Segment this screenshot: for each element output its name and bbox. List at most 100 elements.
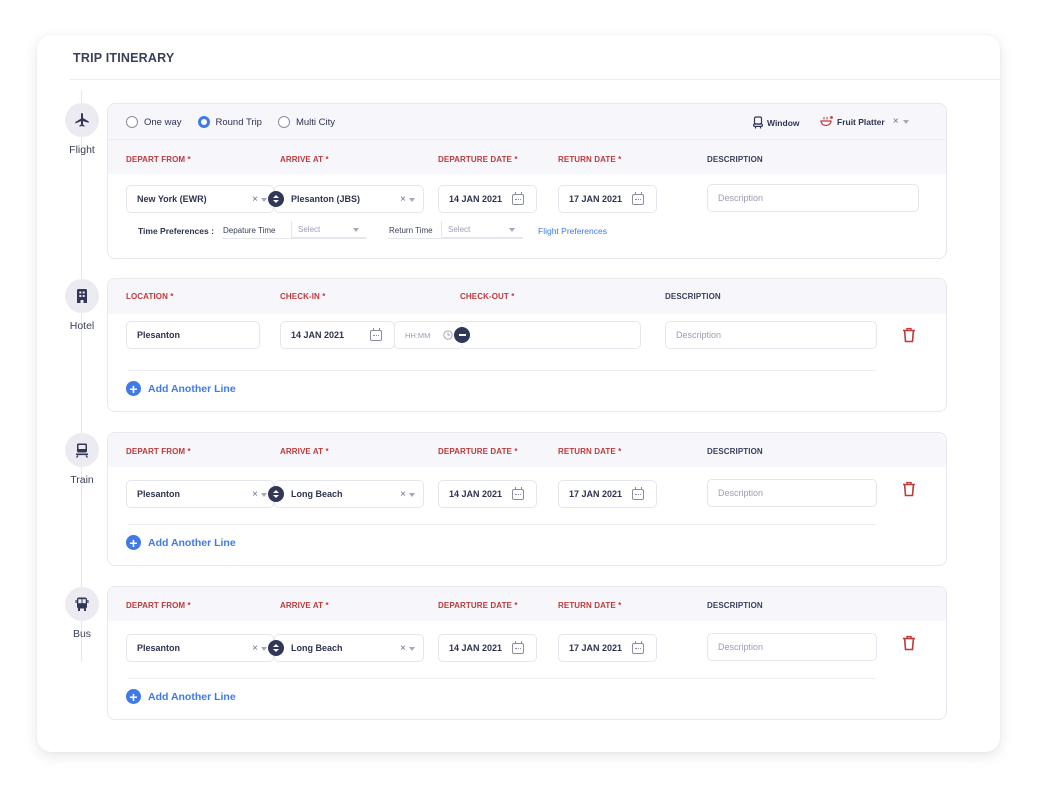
swap-icon — [273, 644, 279, 652]
return-date-input[interactable]: 17 JAN 2021 — [558, 185, 657, 213]
chevron-down-icon[interactable] — [409, 492, 415, 497]
trip-itinerary-card: TRIP ITINERARY Flight One way Round Trip — [37, 35, 1000, 752]
add-line-label: Add Another Line — [148, 690, 236, 703]
train-icon — [65, 433, 99, 467]
clear-icon[interactable]: × — [252, 643, 258, 654]
radio-label: One way — [144, 116, 182, 128]
label-description: DESCRIPTION — [707, 155, 763, 164]
calendar-icon[interactable] — [632, 192, 644, 205]
location-input[interactable]: Plesanton — [126, 321, 260, 349]
add-another-line-button[interactable]: + Add Another Line — [126, 381, 236, 396]
label-check-in: CHECK-IN * — [280, 292, 326, 301]
depart-from-select[interactable]: Plesanton × — [126, 480, 274, 508]
line-divider — [128, 678, 876, 679]
label-arrive-at: ARRIVE AT * — [280, 601, 329, 610]
chevron-down-icon[interactable] — [261, 197, 267, 202]
label-location: LOCATION * — [126, 292, 174, 301]
calendar-icon[interactable] — [512, 641, 524, 654]
depart-from-select[interactable]: New York (EWR) × — [126, 185, 274, 213]
timeline-line — [81, 91, 82, 661]
clear-icon[interactable]: × — [252, 194, 258, 205]
arrive-at-select[interactable]: Plesanton (JBS) × — [274, 185, 424, 213]
mode-label: Train — [70, 474, 94, 486]
calendar-icon[interactable] — [370, 328, 382, 341]
clear-icon[interactable]: × — [400, 489, 406, 500]
label-depart-from: DEPART FROM * — [126, 155, 191, 164]
label-return-date: RETURN DATE * — [558, 447, 622, 456]
seat-preference[interactable]: Window — [753, 116, 800, 129]
description-input[interactable]: Description — [707, 479, 877, 507]
delete-icon[interactable] — [902, 327, 916, 343]
label-return-date: RETURN DATE * — [558, 155, 622, 164]
depart-from-value: Plesanton — [137, 643, 181, 653]
underline — [222, 238, 366, 239]
chevron-down-icon — [509, 228, 515, 232]
return-date-value: 17 JAN 2021 — [569, 489, 623, 499]
trip-type-one-way[interactable]: One way — [126, 116, 182, 128]
calendar-icon[interactable] — [512, 487, 524, 500]
section-head-divider — [108, 139, 946, 140]
flight-preferences-link[interactable]: Flight Preferences — [538, 226, 607, 236]
header-divider — [70, 79, 1000, 80]
departure-time-label: Depature Time — [223, 226, 276, 235]
label-check-out: CHECK-OUT * — [460, 292, 515, 301]
calendar-icon[interactable] — [632, 641, 644, 654]
clear-icon[interactable]: × — [400, 194, 406, 205]
label-departure-date: DEPARTURE DATE * — [438, 601, 518, 610]
return-time-select[interactable]: Select — [441, 221, 523, 238]
radio-label: Round Trip — [215, 116, 262, 128]
clear-icon[interactable]: × — [400, 643, 406, 654]
departure-date-input[interactable]: 14 JAN 2021 — [438, 634, 537, 662]
location-value: Plesanton — [137, 330, 181, 340]
chevron-down-icon[interactable] — [409, 646, 415, 651]
remove-time-button[interactable] — [454, 327, 470, 343]
label-depart-from: DEPART FROM * — [126, 447, 191, 456]
description-input[interactable]: Description — [707, 184, 919, 212]
line-divider — [128, 370, 876, 371]
delete-icon[interactable] — [902, 635, 916, 651]
radio-icon — [126, 116, 138, 128]
flight-section: One way Round Trip Multi City Window Fru… — [107, 103, 947, 259]
return-date-input[interactable]: 17 JAN 2021 — [558, 634, 657, 662]
add-another-line-button[interactable]: + Add Another Line — [126, 689, 236, 704]
departure-date-input[interactable]: 14 JAN 2021 — [438, 480, 537, 508]
trip-type-round-trip[interactable]: Round Trip — [197, 116, 262, 128]
page-title: TRIP ITINERARY — [73, 51, 175, 65]
depart-from-select[interactable]: Plesanton × — [126, 634, 274, 662]
chevron-down-icon[interactable] — [261, 492, 267, 497]
delete-icon[interactable] — [902, 481, 916, 497]
label-departure-date: DEPARTURE DATE * — [438, 155, 518, 164]
departure-date-input[interactable]: 14 JAN 2021 — [438, 185, 537, 213]
description-placeholder: Description — [676, 330, 722, 340]
chevron-down-icon[interactable] — [409, 197, 415, 202]
add-another-line-button[interactable]: + Add Another Line — [126, 535, 236, 550]
calendar-icon[interactable] — [512, 192, 524, 205]
return-date-input[interactable]: 17 JAN 2021 — [558, 480, 657, 508]
check-in-date-input[interactable]: 14 JAN 2021 — [280, 321, 395, 349]
swap-locations-button[interactable] — [268, 191, 284, 207]
meal-preference-select[interactable]: Fruit Platter × — [820, 116, 909, 127]
description-input[interactable]: Description — [665, 321, 877, 349]
swap-locations-button[interactable] — [268, 640, 284, 656]
arrive-at-select[interactable]: Long Beach × — [274, 634, 424, 662]
train-section: DEPART FROM * ARRIVE AT * DEPARTURE DATE… — [107, 432, 947, 566]
radio-label: Multi City — [295, 116, 336, 128]
calendar-icon[interactable] — [632, 487, 644, 500]
description-input[interactable]: Description — [707, 633, 877, 661]
arrive-at-select[interactable]: Long Beach × — [274, 480, 424, 508]
arrive-at-value: Plesanton (JBS) — [291, 194, 361, 204]
mode-train: Train — [63, 433, 101, 486]
clear-icon[interactable]: × — [252, 489, 258, 500]
depart-from-value: New York (EWR) — [137, 194, 207, 204]
departure-time-select[interactable]: Select — [291, 221, 367, 238]
radio-icon — [277, 116, 290, 128]
chevron-down-icon[interactable] — [902, 119, 909, 124]
swap-locations-button[interactable] — [268, 486, 284, 502]
clear-meal-icon[interactable]: × — [893, 116, 899, 127]
check-out-input[interactable] — [461, 321, 641, 349]
trip-type-multi-city[interactable]: Multi City — [277, 116, 336, 128]
return-date-value: 17 JAN 2021 — [569, 643, 623, 653]
chevron-down-icon[interactable] — [261, 646, 267, 651]
clock-icon — [443, 330, 453, 340]
seat-preference-label: Window — [767, 117, 800, 128]
